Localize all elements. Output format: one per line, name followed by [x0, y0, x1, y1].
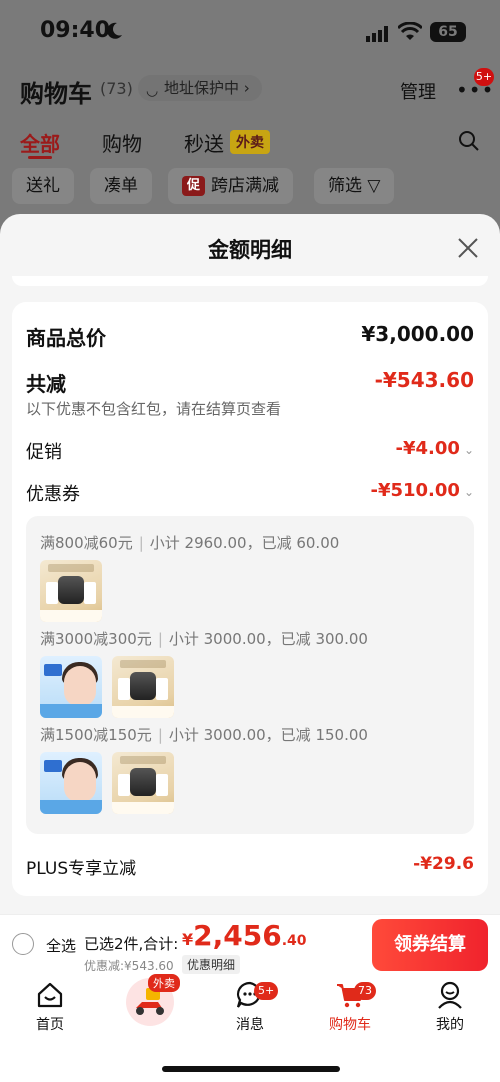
nav-me[interactable]: 我的: [410, 980, 490, 1034]
coupon-rule: 满800减60元: [40, 534, 133, 552]
coupon-label: 优惠券: [26, 484, 80, 505]
promo-value: -¥4.00: [395, 438, 460, 459]
promo-label: 促销: [26, 442, 62, 463]
profile-icon: [438, 981, 462, 1009]
coupon-rule-line: 满800减60元 | 小计 2960.00，已减 60.00: [40, 534, 340, 552]
chip-filter-label: 筛选: [328, 176, 362, 196]
amount-detail-sheet: 金额明细 商品总价 ¥3,000.00 共减 -¥543.60 以下优惠不包含红…: [0, 214, 500, 914]
filter-icon: ▽: [367, 176, 381, 196]
home-indicator: [162, 1066, 340, 1072]
manage-button[interactable]: 管理: [400, 78, 436, 104]
product-thumbnail[interactable]: [40, 560, 102, 622]
plus-value: -¥29.6: [413, 854, 474, 874]
delivery-tag: 外卖: [148, 974, 180, 992]
product-thumbnail[interactable]: [112, 656, 174, 718]
nav-home[interactable]: 首页: [10, 980, 90, 1034]
tab-flash-delivery[interactable]: 秒送: [184, 128, 224, 157]
nav-cart-label: 购物车: [329, 1017, 371, 1033]
total-price-value: ¥3,000.00: [361, 322, 474, 346]
status-time: 09:40: [40, 18, 111, 43]
chip-cross-store-label: 跨店满减: [211, 176, 280, 196]
coupon-rule: 满3000减300元: [40, 630, 152, 648]
nav-cart[interactable]: 购物车 73: [310, 980, 390, 1034]
promo-row[interactable]: -¥4.00 ⌄: [396, 438, 474, 459]
sheet-title: 金额明细: [208, 238, 292, 262]
select-all-checkbox[interactable]: [12, 933, 34, 955]
address-protect-button[interactable]: ◡ 地址保护中 ›: [138, 75, 262, 101]
selected-summary: 已选2件,合计:: [84, 935, 179, 953]
cart-count: (73): [100, 79, 133, 98]
card-edge: [12, 276, 488, 286]
chip-bundle[interactable]: 凑单: [90, 168, 152, 204]
total-amount: ¥2,456.40: [182, 919, 307, 952]
nav-messages-label: 消息: [236, 1017, 264, 1033]
chevron-down-icon: ⌄: [463, 443, 474, 457]
search-icon[interactable]: [458, 130, 480, 152]
takeout-tag: 外卖: [230, 130, 270, 154]
filter-chips: 送礼 凑单 促跨店满减 筛选 ▽: [0, 168, 500, 208]
reduction-value: -¥543.60: [374, 368, 474, 392]
amount-integer: 2,456: [193, 919, 282, 952]
coupon-breakdown: 满800减60元 | 小计 2960.00，已减 60.00 满3000减300元 |…: [26, 516, 474, 834]
battery-icon: 65: [430, 22, 466, 42]
coupon-rule-line: 满3000减300元 | 小计 3000.00，已减 300.00: [40, 630, 368, 648]
checkout-bar: 全选 已选2件,合计: ¥2,456.40 优惠减:¥543.60 优惠明细 领…: [0, 914, 500, 974]
nav-me-label: 我的: [436, 1017, 464, 1033]
chip-filter[interactable]: 筛选 ▽: [314, 168, 395, 204]
messages-badge: 5+: [254, 982, 279, 1000]
coupon-row[interactable]: -¥510.00 ⌄: [370, 480, 474, 501]
wifi-icon: [398, 22, 422, 40]
amount-detail-card: 商品总价 ¥3,000.00 共减 -¥543.60 以下优惠不包含红包，请在结…: [12, 302, 488, 896]
coupon-detail: 小计 3000.00，已减 300.00: [168, 630, 368, 648]
coupon-value: -¥510.00: [370, 480, 460, 501]
select-all-label[interactable]: 全选: [46, 935, 76, 956]
chip-gift[interactable]: 送礼: [12, 168, 74, 204]
more-badge: 5+: [474, 68, 494, 86]
chip-cross-store[interactable]: 促跨店满减: [168, 168, 294, 204]
nav-messages[interactable]: 消息 5+: [210, 980, 290, 1034]
plus-label: PLUS专享立减: [26, 859, 137, 879]
smile-icon: ◡: [146, 83, 159, 99]
promo-tag: 促: [182, 176, 206, 196]
discount-summary: 优惠减:¥543.60: [84, 959, 174, 973]
address-protect-label: 地址保护中: [164, 79, 240, 97]
amount-decimal: .40: [281, 933, 307, 949]
reduction-label: 共减: [26, 372, 66, 396]
home-icon: [37, 982, 63, 1008]
currency-symbol: ¥: [182, 930, 194, 949]
product-thumbnail[interactable]: [40, 752, 102, 814]
page-title: 购物车: [20, 80, 92, 108]
close-icon[interactable]: [456, 236, 480, 260]
product-thumbnail[interactable]: [40, 656, 102, 718]
status-bar: 09:40 65: [0, 0, 500, 66]
coupon-rule-line: 满1500减150元 | 小计 3000.00，已减 150.00: [40, 726, 368, 744]
tab-all[interactable]: 全部: [20, 128, 60, 157]
coupon-detail: 小计 2960.00，已减 60.00: [149, 534, 340, 552]
reduction-note: 以下优惠不包含红包，请在结算页查看: [26, 400, 282, 418]
chevron-down-icon: ⌄: [463, 485, 474, 499]
coupon-rule: 满1500减150元: [40, 726, 152, 744]
tab-shopping[interactable]: 购物: [102, 128, 142, 157]
cart-tabs: 全部 购物 秒送 外卖: [0, 120, 500, 166]
product-thumbnail[interactable]: [112, 752, 174, 814]
cart-header: 购物车 (73) ◡ 地址保护中 › 管理 ••• 5+: [0, 66, 500, 116]
nav-home-label: 首页: [36, 1017, 64, 1033]
signal-icon: [366, 26, 388, 42]
cart-badge: 73: [354, 982, 376, 1000]
checkout-button[interactable]: 领券结算: [372, 919, 488, 971]
tab-underline: [28, 156, 52, 159]
moon-icon: [107, 22, 122, 39]
total-price-label: 商品总价: [26, 326, 106, 350]
discount-detail-button[interactable]: 优惠明细: [182, 955, 241, 974]
coupon-detail: 小计 3000.00，已减 150.00: [168, 726, 368, 744]
